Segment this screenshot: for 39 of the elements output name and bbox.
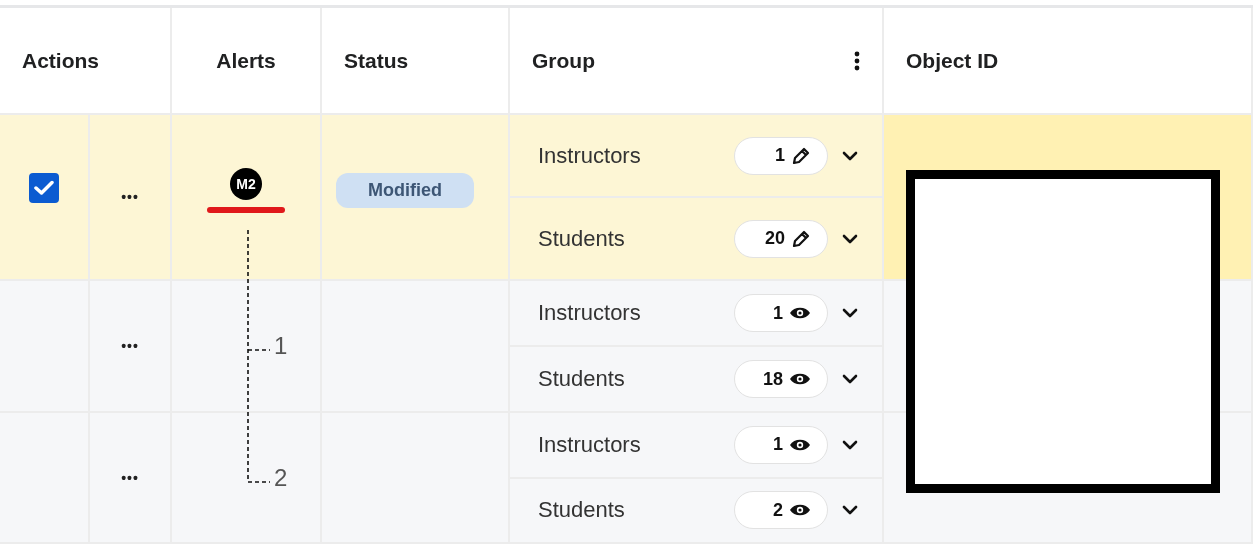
eye-icon xyxy=(789,437,811,452)
status-tag: Modified xyxy=(336,172,474,208)
group-name: Students xyxy=(538,497,626,524)
member-count-button[interactable]: 1 xyxy=(734,136,828,175)
group-name: Students xyxy=(538,225,626,252)
alert-reference: 2 xyxy=(273,463,289,492)
pencil-icon xyxy=(791,145,811,166)
column-header[interactable]: Status xyxy=(344,48,409,73)
eye-icon xyxy=(789,503,811,518)
group-name: Instructors xyxy=(538,431,642,458)
member-count-button[interactable]: 1 xyxy=(734,425,828,464)
chevron-down-icon[interactable] xyxy=(842,233,858,244)
chevron-down-icon[interactable] xyxy=(842,374,858,384)
column-header[interactable]: Actions xyxy=(22,48,99,73)
checkbox[interactable] xyxy=(29,173,59,203)
more-actions-button[interactable]: ••• xyxy=(115,188,145,206)
eye-icon xyxy=(789,372,811,386)
eye-icon xyxy=(789,306,811,320)
member-count-button[interactable]: 20 xyxy=(734,219,828,258)
chevron-down-icon[interactable] xyxy=(842,505,858,516)
more-actions-button[interactable]: ••• xyxy=(115,468,145,487)
column-header[interactable]: Alerts xyxy=(216,48,276,73)
check-icon xyxy=(34,180,54,196)
member-count-button[interactable]: 18 xyxy=(734,360,828,398)
more-actions-button[interactable]: ••• xyxy=(115,337,145,355)
pencil-icon xyxy=(791,228,811,249)
alert-reference: 1 xyxy=(273,332,289,360)
chevron-down-icon[interactable] xyxy=(842,150,858,161)
member-count-button[interactable]: 1 xyxy=(734,294,828,332)
chevron-down-icon[interactable] xyxy=(842,308,858,318)
group-name: Students xyxy=(538,366,626,392)
member-count-button[interactable]: 2 xyxy=(734,491,828,530)
more-options-icon[interactable] xyxy=(854,50,860,71)
group-name: Instructors xyxy=(538,300,642,326)
group-name: Instructors xyxy=(538,142,642,169)
column-header[interactable]: Object ID xyxy=(906,48,999,73)
alert-badge[interactable]: M2 xyxy=(230,167,262,200)
chevron-down-icon[interactable] xyxy=(842,439,858,450)
column-header[interactable]: Group xyxy=(532,48,595,73)
